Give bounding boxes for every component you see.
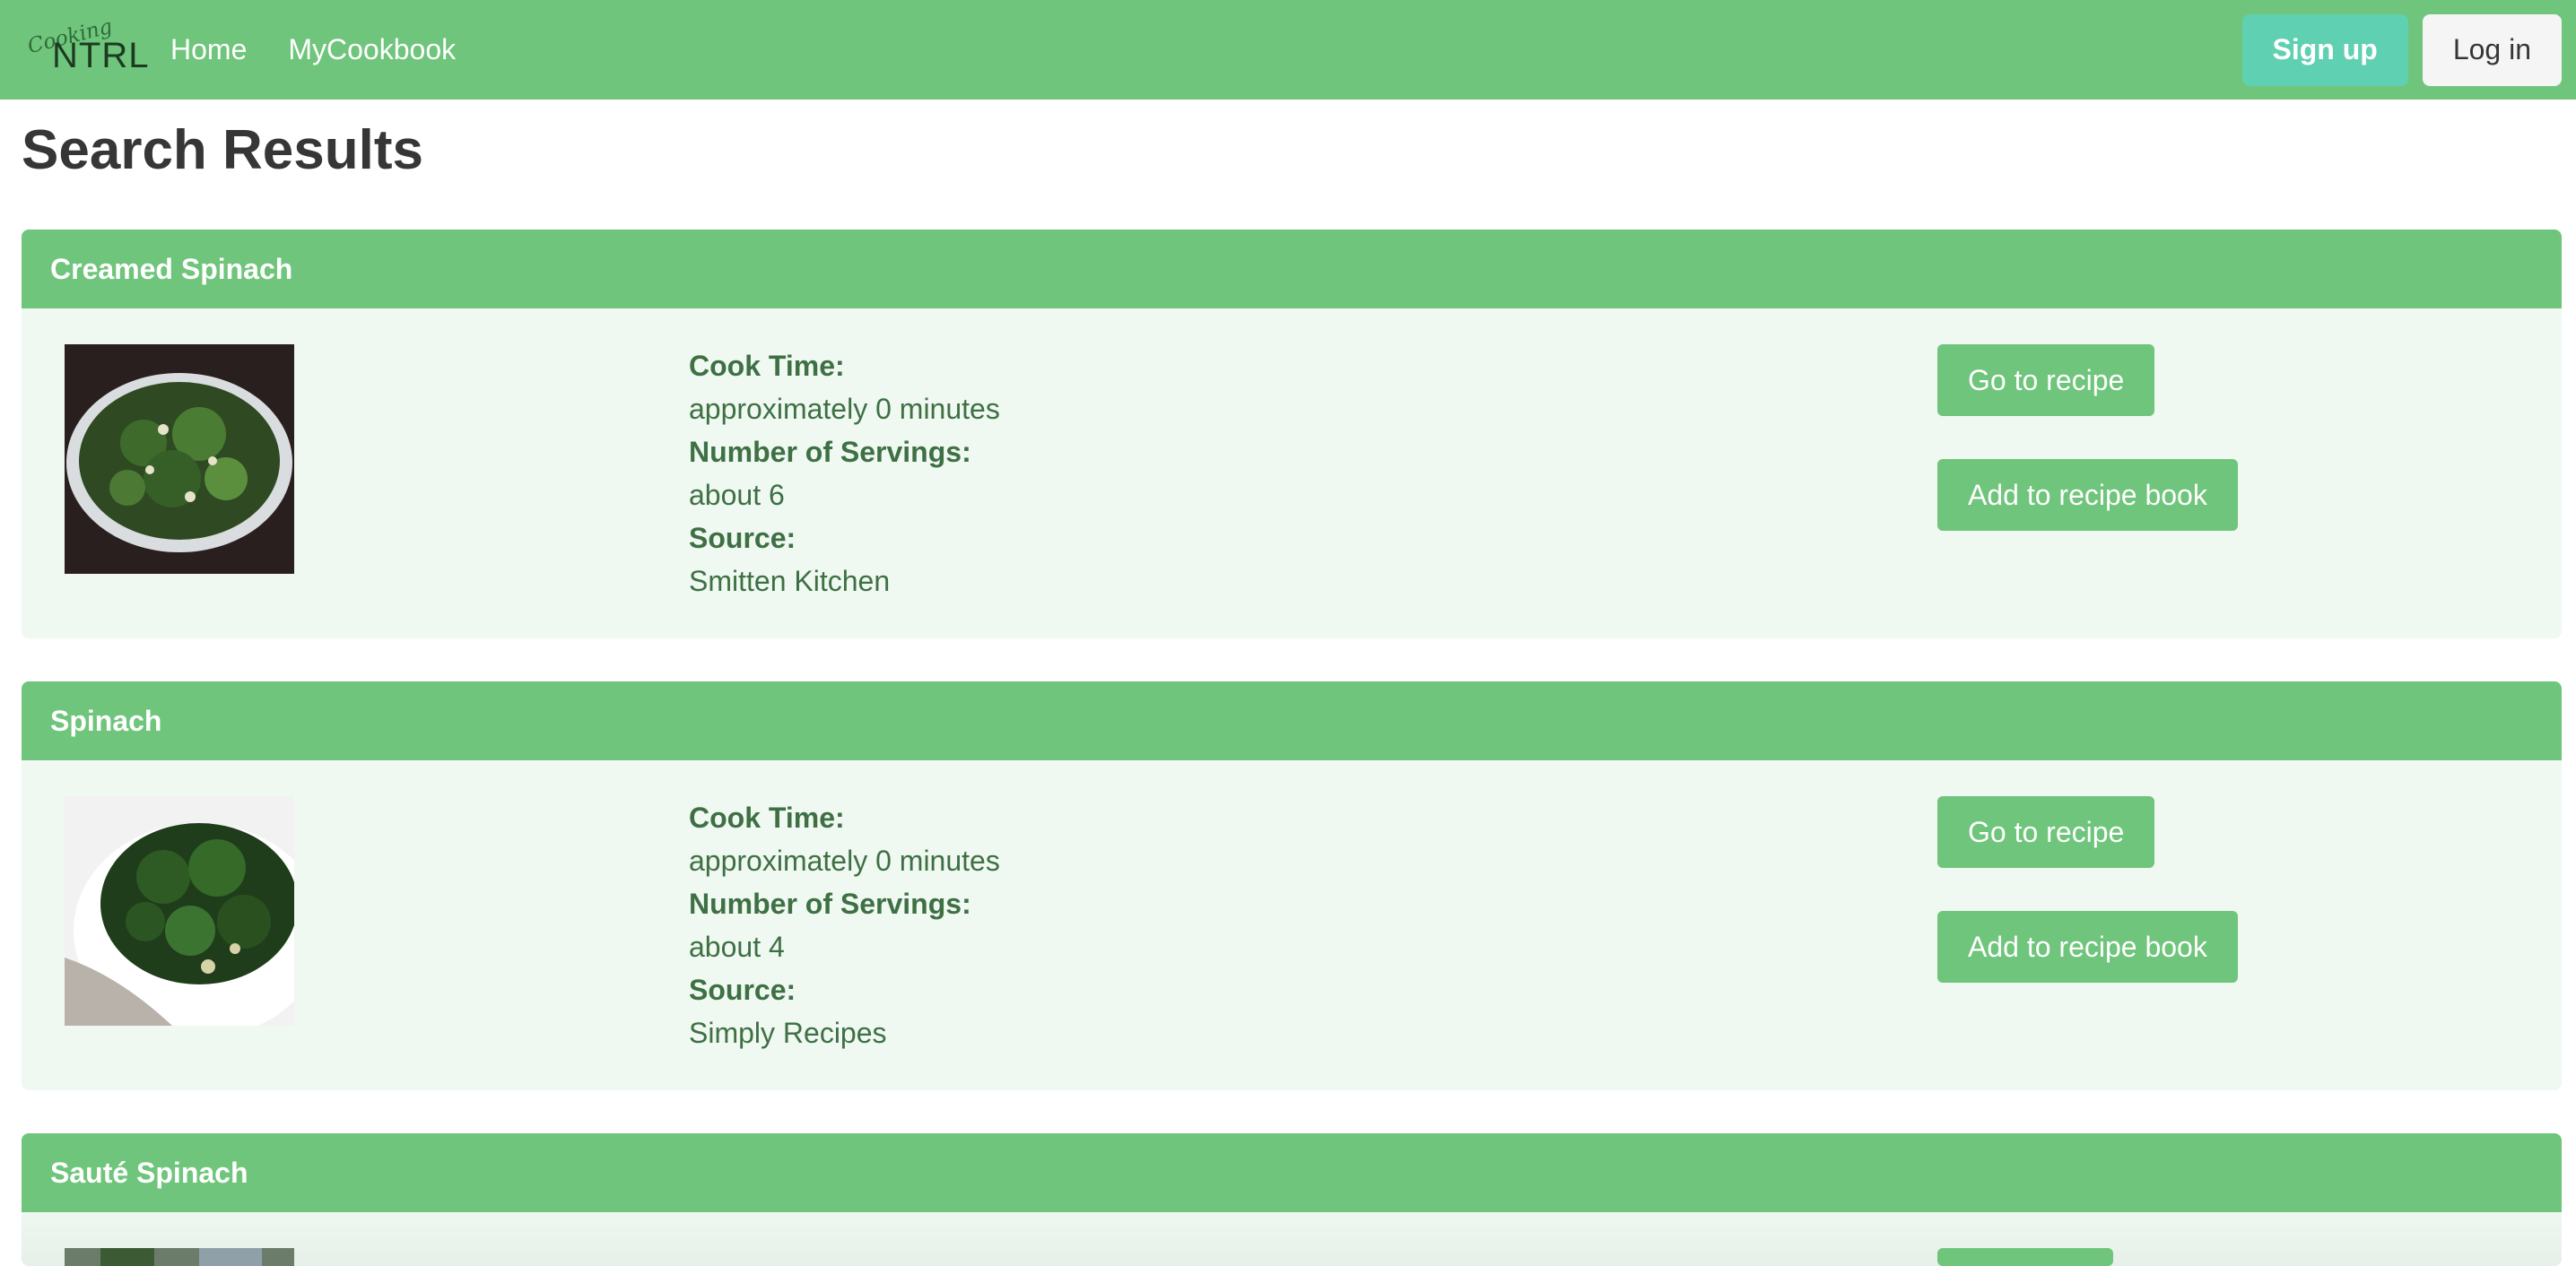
source-value: Simply Recipes xyxy=(689,1017,887,1049)
recipe-image[interactable] xyxy=(65,344,294,574)
servings-value: about 4 xyxy=(689,931,785,963)
nav-actions: Sign up Log in xyxy=(2241,13,2562,86)
navbar: Cooking NTRL Home MyCookbook Sign up Log… xyxy=(0,0,2576,100)
recipe-info: Cook Time: approximately 0 minutes Numbe… xyxy=(689,344,1000,603)
recipe-info: Cook Time: approximately 0 minutes Numbe… xyxy=(689,796,1000,1054)
go-to-recipe-button[interactable]: Go to recipe xyxy=(1937,344,2155,416)
recipe-body xyxy=(22,1212,2562,1266)
recipe-card: Sauté Spinach xyxy=(22,1133,2562,1266)
recipe-image[interactable] xyxy=(65,796,294,1026)
servings-value: about 6 xyxy=(689,479,785,511)
nav-mycookbook-link[interactable]: MyCookbook xyxy=(288,33,456,66)
add-to-recipe-book-button[interactable]: Add to recipe book xyxy=(1937,459,2238,531)
source-label: Source: xyxy=(689,522,796,554)
add-to-recipe-book-button[interactable]: Add to recipe book xyxy=(1937,911,2238,983)
signup-button[interactable]: Sign up xyxy=(2241,13,2408,86)
go-to-recipe-button[interactable]: Go to recipe xyxy=(1937,796,2155,868)
servings-label: Number of Servings: xyxy=(689,436,971,468)
recipe-title: Sauté Spinach xyxy=(22,1133,2562,1212)
nav-home-link[interactable]: Home xyxy=(170,33,247,66)
recipe-body: Cook Time: approximately 0 minutes Numbe… xyxy=(22,308,2562,638)
recipe-title: Creamed Spinach xyxy=(22,230,2562,308)
cook-time-label: Cook Time: xyxy=(689,350,845,382)
page-title: Search Results xyxy=(22,119,423,181)
cook-time-value: approximately 0 minutes xyxy=(689,393,1000,425)
recipe-title: Spinach xyxy=(22,681,2562,760)
login-button[interactable]: Log in xyxy=(2422,13,2562,86)
source-value: Smitten Kitchen xyxy=(689,565,891,597)
servings-label: Number of Servings: xyxy=(689,888,971,920)
brand-word: NTRL xyxy=(52,36,150,75)
source-label: Source: xyxy=(689,974,796,1006)
brand-logo[interactable]: Cooking NTRL xyxy=(23,0,148,100)
recipe-image[interactable] xyxy=(65,1248,294,1266)
recipe-card: Spinach Cook Time: approximately 0 minut… xyxy=(22,681,2562,1090)
go-to-recipe-button[interactable] xyxy=(1937,1248,2113,1266)
recipe-card: Creamed Spinach Cook Time: approximately… xyxy=(22,230,2562,638)
recipe-body: Cook Time: approximately 0 minutes Numbe… xyxy=(22,760,2562,1090)
cook-time-label: Cook Time: xyxy=(689,802,845,834)
cook-time-value: approximately 0 minutes xyxy=(689,845,1000,877)
